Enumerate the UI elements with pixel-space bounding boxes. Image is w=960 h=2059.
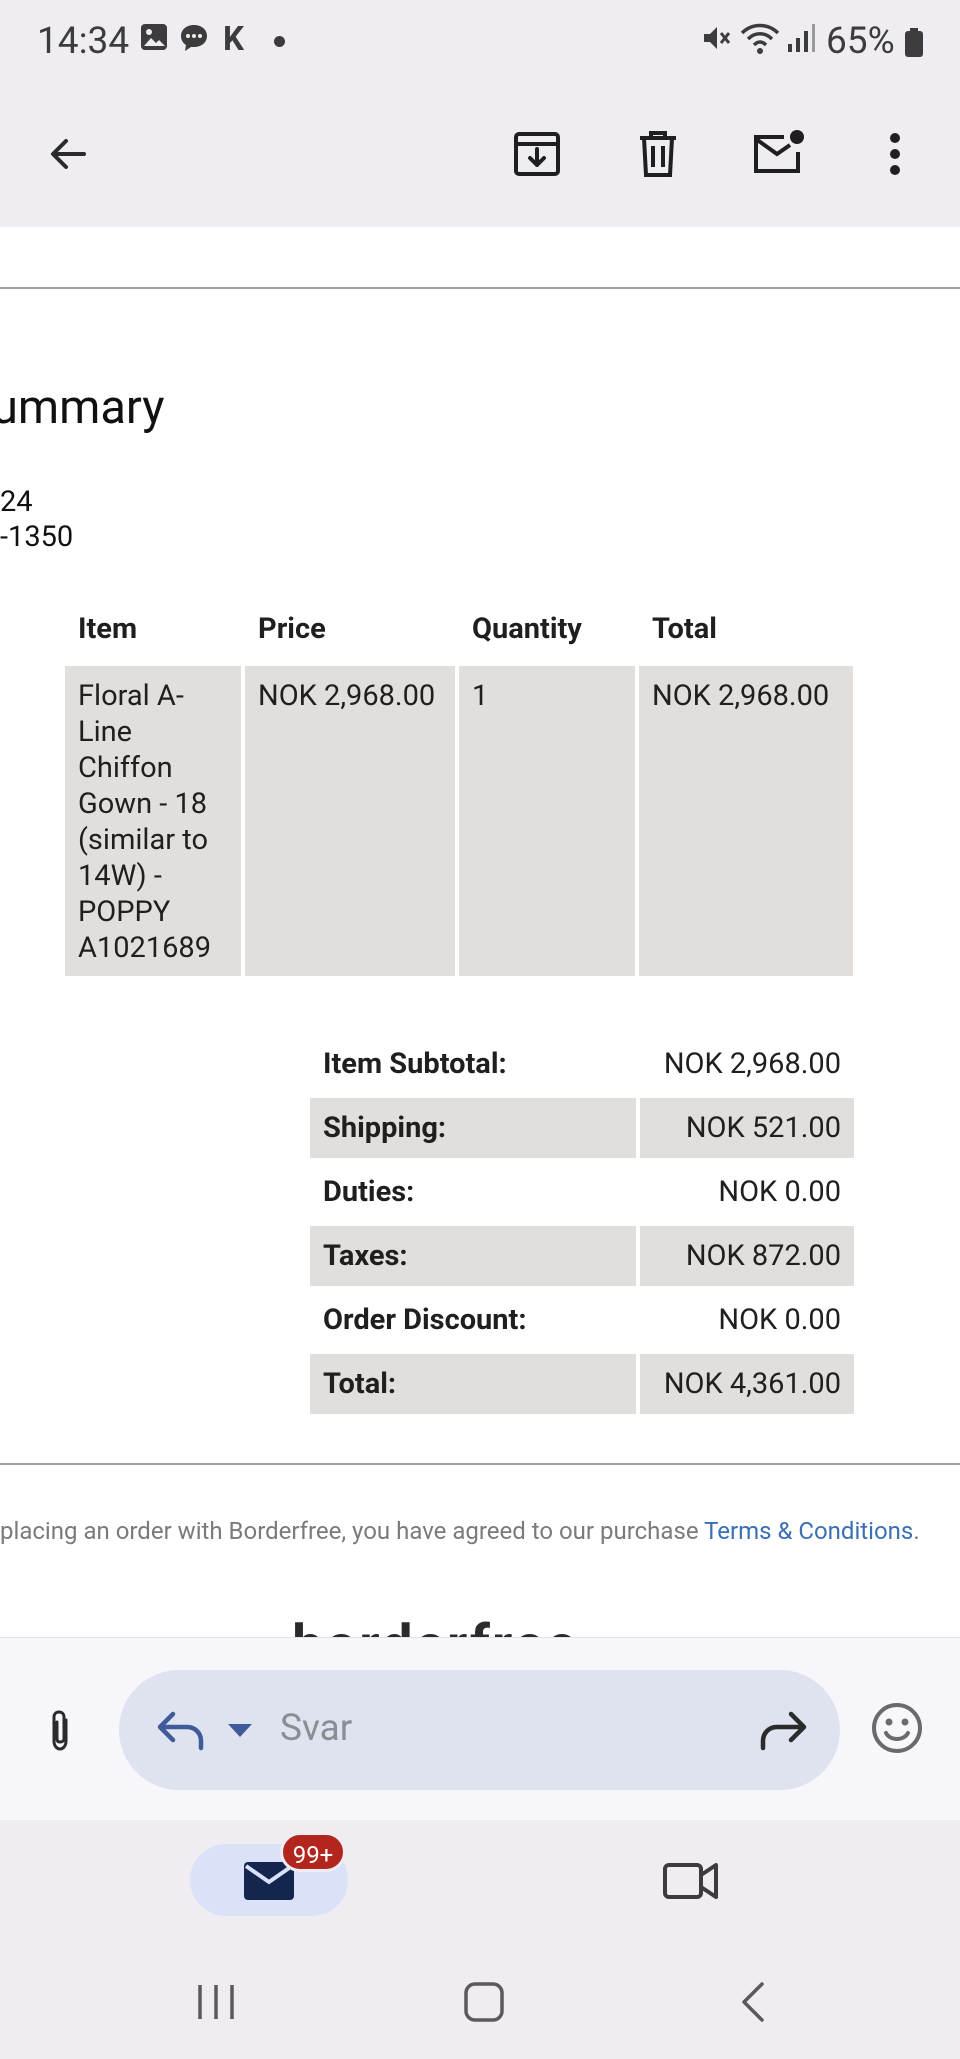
- more-vert-icon: [890, 133, 900, 175]
- back-arrow-icon: [51, 139, 86, 169]
- terms-link[interactable]: Terms & Conditions: [704, 1517, 913, 1545]
- duties-value: NOK 0.00: [718, 1175, 841, 1209]
- shipping-value: NOK 521.00: [640, 1098, 854, 1158]
- shipping-row: Shipping: NOK 521.00: [310, 1098, 854, 1158]
- email-body[interactable]: ummary 24 -1350 Item Price Quantity Tota…: [0, 227, 960, 1637]
- discount-label: Order Discount:: [323, 1303, 527, 1337]
- meet-tab[interactable]: [650, 1840, 730, 1920]
- terms-period: .: [913, 1517, 920, 1545]
- item-total: NOK 2,968.00: [639, 666, 853, 976]
- discount-value: NOK 0.00: [718, 1303, 841, 1337]
- grand-total-row: Total: NOK 4,361.00: [310, 1354, 854, 1414]
- shipping-label: Shipping:: [310, 1098, 636, 1158]
- archive-icon: [514, 132, 560, 176]
- order-date-fragment: 24: [0, 485, 33, 519]
- subtotal-row: Item Subtotal: NOK 2,968.00: [310, 1034, 854, 1094]
- reply-placeholder: Svar: [280, 1707, 353, 1750]
- duties-label: Duties:: [323, 1175, 415, 1209]
- battery-icon: [905, 28, 923, 57]
- header-quantity: Quantity: [472, 612, 582, 646]
- duties-row: Duties: NOK 0.00: [310, 1162, 854, 1222]
- video-camera-icon: [663, 1863, 718, 1899]
- k-app-icon: K: [223, 20, 244, 59]
- item-name: Floral A-Line Chiffon Gown - 18 (similar…: [65, 666, 241, 976]
- archive-button[interactable]: [497, 114, 577, 194]
- mark-unread-button[interactable]: [738, 114, 818, 194]
- taxes-value: NOK 872.00: [640, 1226, 854, 1286]
- back-button[interactable]: [28, 114, 108, 194]
- order-summary-title: ummary: [0, 380, 165, 435]
- reply-bar: Svar: [0, 1637, 960, 1820]
- mark-unread-icon: [754, 130, 804, 173]
- table-row: Floral A-Line Chiffon Gown - 18 (similar…: [65, 666, 853, 976]
- grand-total-value: NOK 4,361.00: [640, 1354, 854, 1414]
- subtotal-label: Item Subtotal:: [323, 1047, 507, 1081]
- gallery-icon: [141, 24, 167, 50]
- order-items-table: Item Price Quantity Total Floral A-Line …: [61, 600, 857, 976]
- item-quantity: 1: [459, 666, 635, 976]
- wifi-icon: [740, 23, 780, 54]
- system-back-icon[interactable]: [736, 1980, 770, 2024]
- battery-percent: 65%: [826, 20, 895, 63]
- recent-apps-icon[interactable]: [194, 1982, 238, 2022]
- forward-icon[interactable]: [757, 1708, 809, 1752]
- notification-dot-icon: [274, 36, 285, 47]
- bottom-navigation: 99+: [0, 1820, 960, 2059]
- delete-icon: [640, 131, 676, 177]
- top-divider: [0, 287, 960, 289]
- taxes-label: Taxes:: [310, 1226, 636, 1286]
- reply-input[interactable]: Svar: [119, 1670, 840, 1790]
- grand-total-label: Total:: [310, 1354, 636, 1414]
- app-bar: [0, 84, 960, 227]
- unread-count-badge: 99+: [280, 1832, 346, 1872]
- reply-icon[interactable]: [155, 1708, 207, 1752]
- signal-icon: [788, 24, 815, 52]
- chat-icon: [181, 25, 207, 51]
- order-totals-table: Item Subtotal: NOK 2,968.00 Shipping: NO…: [306, 1030, 858, 1418]
- order-number-fragment: -1350: [0, 520, 74, 554]
- header-total: Total: [652, 612, 717, 646]
- attachment-icon[interactable]: [40, 1708, 80, 1754]
- status-time: 14:34: [37, 20, 130, 63]
- home-icon[interactable]: [462, 1980, 506, 2024]
- more-options-button[interactable]: [855, 114, 935, 194]
- delete-button[interactable]: [618, 114, 698, 194]
- terms-notice: placing an order with Borderfree, you ha…: [0, 1517, 920, 1545]
- header-item: Item: [78, 612, 138, 646]
- header-price: Price: [258, 612, 326, 646]
- status-bar: 14:34 K 65%: [0, 0, 960, 84]
- discount-row: Order Discount: NOK 0.00: [310, 1290, 854, 1350]
- item-price: NOK 2,968.00: [245, 666, 455, 976]
- chevron-down-icon[interactable]: [227, 1723, 253, 1739]
- emoji-icon[interactable]: [870, 1701, 924, 1755]
- borderfree-logo: borderfree: [292, 1612, 578, 1637]
- terms-text: placing an order with Borderfree, you ha…: [0, 1517, 705, 1545]
- items-header-row: Item Price Quantity Total: [65, 600, 853, 666]
- taxes-row: Taxes: NOK 872.00: [310, 1226, 854, 1286]
- mute-icon: [704, 27, 731, 49]
- subtotal-value: NOK 2,968.00: [663, 1047, 841, 1081]
- bottom-divider: [0, 1463, 960, 1465]
